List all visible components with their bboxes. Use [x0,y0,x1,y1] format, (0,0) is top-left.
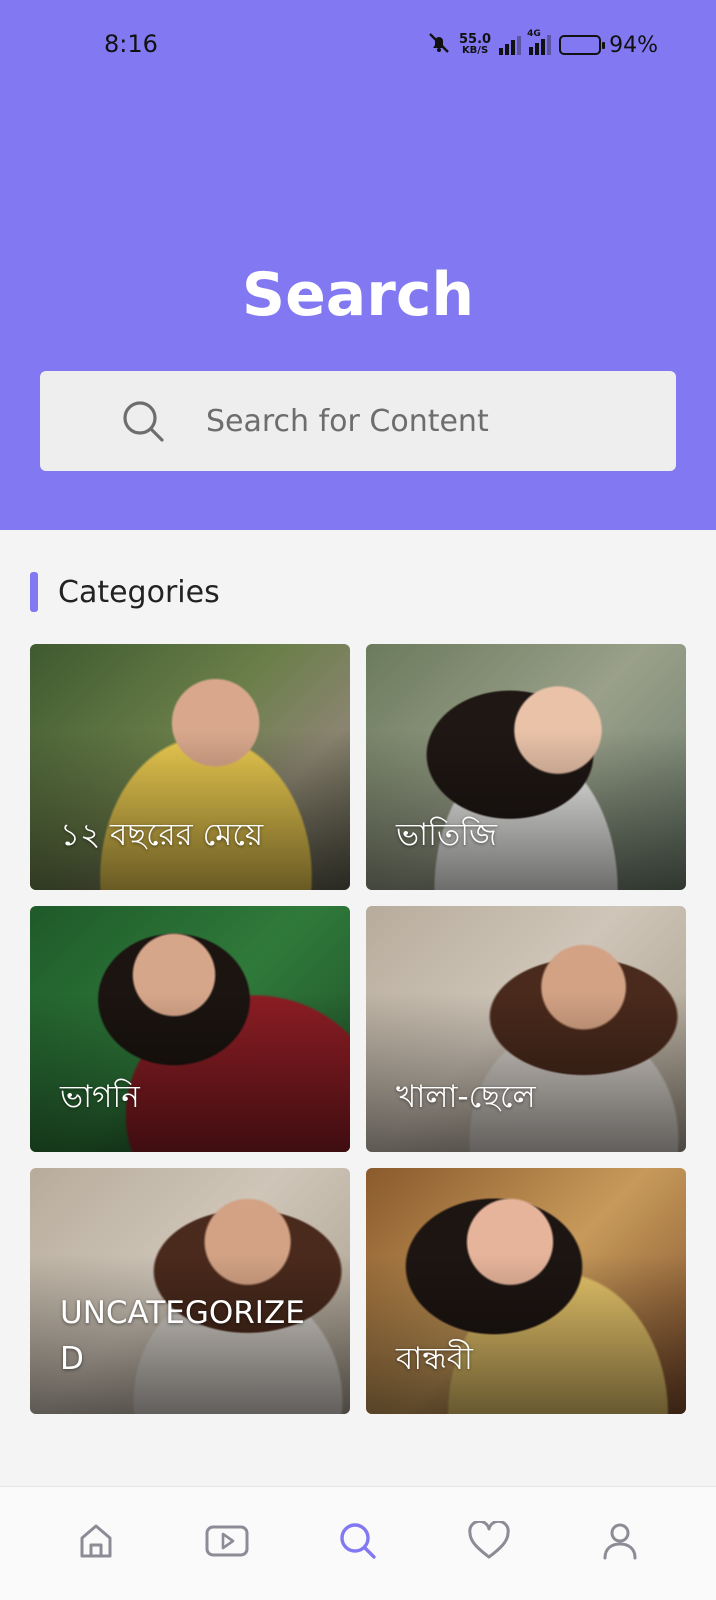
search-icon [120,398,166,444]
categories-heading: Categories [30,572,220,612]
header: 8:16 55.0 KB/S 4G 94% Search [0,0,716,530]
nav-favorites[interactable] [454,1509,524,1579]
category-label: ভাগনি [60,1079,140,1115]
nav-home[interactable] [61,1509,131,1579]
category-label: বান্ধবী [396,1341,473,1377]
category-card-4[interactable]: খালা-ছেলে [366,906,686,1152]
mute-bell-icon [427,31,451,59]
heart-icon [467,1519,511,1566]
category-label: ১২ বছরের মেয়ে [60,817,264,853]
battery-percent: 94% [609,32,658,58]
user-icon [600,1521,640,1566]
category-card-3[interactable]: ভাগনি [30,906,350,1152]
search-input[interactable] [206,399,646,443]
category-card-6[interactable]: বান্ধবী [366,1168,686,1414]
category-label: ভাতিজি [396,817,497,853]
search-bar[interactable] [40,371,676,471]
category-label: UNCATEGORIZED [60,1295,305,1377]
category-label: খালা-ছেলে [396,1079,536,1115]
section-accent-bar [30,572,38,612]
status-icons: 55.0 KB/S 4G 94% [427,29,658,60]
net-speed: 55.0 KB/S [459,32,492,56]
signal-icon [499,35,522,55]
category-grid: ১২ বছরের মেয়ে ভাতিজি ভাগনি খালা-ছেলে UN… [30,644,686,1414]
page-title: Search [241,260,475,330]
4g-signal-icon: 4G [527,29,552,55]
search-icon [338,1521,378,1566]
category-card-1[interactable]: ১২ বছরের মেয়ে [30,644,350,890]
status-bar: 8:16 55.0 KB/S 4G 94% [0,0,716,92]
battery-icon [559,35,606,55]
category-card-5[interactable]: UNCATEGORIZED [30,1168,350,1414]
net-speed-unit: KB/S [461,45,489,56]
nav-search[interactable] [323,1509,393,1579]
bottom-nav [0,1486,716,1600]
nav-profile[interactable] [585,1509,655,1579]
category-card-2[interactable]: ভাতিজি [366,644,686,890]
status-time: 8:16 [104,30,158,58]
nav-videos[interactable] [192,1509,262,1579]
network-type: 4G [527,29,541,39]
section-title: Categories [58,574,220,610]
net-speed-value: 55.0 [459,32,492,47]
play-icon [204,1521,250,1566]
home-icon [76,1521,116,1566]
